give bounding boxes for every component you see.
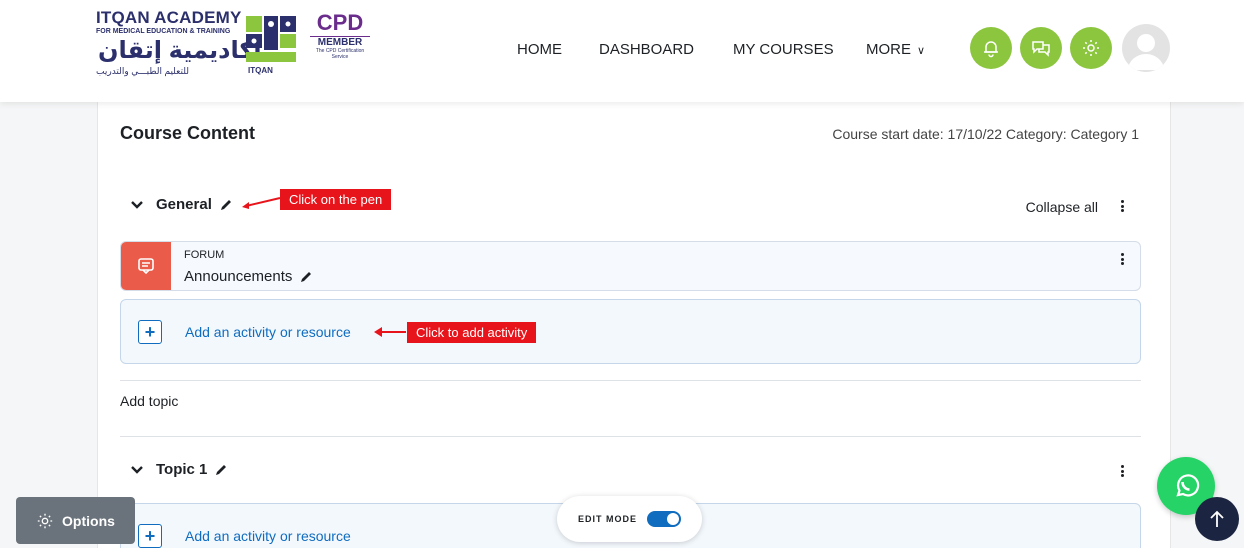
add-topic-link[interactable]: Add topic <box>120 393 178 409</box>
user-icon <box>1128 34 1164 70</box>
annotation-arrow <box>374 327 406 337</box>
pencil-icon <box>220 199 231 210</box>
site-header: ITQAN ACADEMY FOR MEDICAL EDUCATION & TR… <box>0 0 1244 102</box>
options-label: Options <box>62 512 115 529</box>
nav-more-label: MORE <box>866 41 911 58</box>
pencil-icon <box>301 271 312 282</box>
activity-name-label: Announcements <box>184 268 293 285</box>
edit-section-pen-icon[interactable] <box>219 198 233 212</box>
edit-mode-switch[interactable] <box>647 511 681 527</box>
arrow-up-icon <box>1210 510 1224 527</box>
cpd-member: MEMBER <box>310 36 370 48</box>
activity-menu-icon[interactable] <box>1115 250 1129 268</box>
plus-icon[interactable]: + <box>138 524 162 548</box>
add-activity-general[interactable]: + Add an activity or resource <box>120 299 1141 364</box>
logo-brand-sub: FOR MEDICAL EDUCATION & TRAINING <box>96 28 231 35</box>
plus-icon[interactable]: + <box>138 320 162 344</box>
add-activity-label[interactable]: Add an activity or resource <box>185 324 351 340</box>
notifications-button[interactable] <box>970 27 1012 69</box>
section-divider <box>120 380 1141 381</box>
settings-button[interactable] <box>1070 27 1112 69</box>
cpd-word: CPD <box>316 10 364 35</box>
activity-name[interactable]: Announcements <box>184 268 313 285</box>
nav-dashboard[interactable]: DASHBOARD <box>599 41 694 58</box>
annotation-click-pen: Click on the pen <box>280 189 392 210</box>
edit-topic-pen-icon[interactable] <box>214 463 228 477</box>
page-title: Course Content <box>120 123 255 143</box>
chevron-down-icon[interactable] <box>130 200 144 210</box>
section-divider <box>120 436 1141 437</box>
section-topic1-header: Topic 1 <box>130 461 228 478</box>
nav-home[interactable]: HOME <box>517 41 562 58</box>
section-topic1-menu-icon[interactable] <box>1115 462 1129 480</box>
forum-icon-box <box>121 242 171 290</box>
back-to-top-button[interactable] <box>1195 497 1239 541</box>
forum-icon <box>138 258 154 275</box>
bell-icon <box>984 41 998 58</box>
section-general-menu-icon[interactable] <box>1115 197 1129 215</box>
whatsapp-icon <box>1176 474 1200 497</box>
logo-brand-en: ITQAN ACADEMY <box>96 8 242 27</box>
activity-forum[interactable]: FORUM Announcements <box>120 241 1141 291</box>
user-avatar[interactable] <box>1122 24 1170 72</box>
cpd-service: The CPD Certification Service <box>315 48 365 60</box>
logo-mark-icon <box>246 16 296 62</box>
activity-type: FORUM <box>184 249 225 261</box>
annotation-arrow <box>242 197 281 209</box>
chat-icon <box>1032 41 1050 57</box>
edit-activity-pen-icon[interactable] <box>299 270 313 284</box>
gear-icon <box>37 513 53 528</box>
edit-mode-label: EDIT MODE <box>577 514 637 524</box>
section-general-title[interactable]: General <box>156 196 212 213</box>
logo-brand-ar-sub: للتعليم الطبـــي والتدريب <box>96 66 189 76</box>
messages-button[interactable] <box>1020 27 1062 69</box>
pencil-icon <box>216 464 227 475</box>
logo-mark-caption: ITQAN <box>248 66 273 75</box>
course-meta: Course start date: 17/10/22 Category: Ca… <box>832 126 1139 142</box>
chevron-down-icon[interactable] <box>130 465 144 475</box>
chevron-down-icon: ∨ <box>917 45 926 57</box>
add-activity-label[interactable]: Add an activity or resource <box>185 528 351 544</box>
options-button[interactable]: Options <box>16 497 135 544</box>
cpd-badge: CPD MEMBER The CPD Certification Service <box>310 12 370 72</box>
section-general-header: General <box>130 196 233 213</box>
edit-mode-toggle[interactable]: EDIT MODE <box>557 496 702 542</box>
gear-icon <box>1083 40 1099 56</box>
logo-brand-ar: أكاديمية إتقان <box>98 37 262 64</box>
collapse-all-link[interactable]: Collapse all <box>1026 199 1098 215</box>
annotation-click-add: Click to add activity <box>407 322 537 343</box>
nav-my-courses[interactable]: MY COURSES <box>733 41 834 58</box>
section-topic1-title[interactable]: Topic 1 <box>156 461 207 478</box>
nav-more[interactable]: MORE ∨ <box>866 41 925 58</box>
site-logo[interactable]: ITQAN ACADEMY FOR MEDICAL EDUCATION & TR… <box>96 8 376 80</box>
